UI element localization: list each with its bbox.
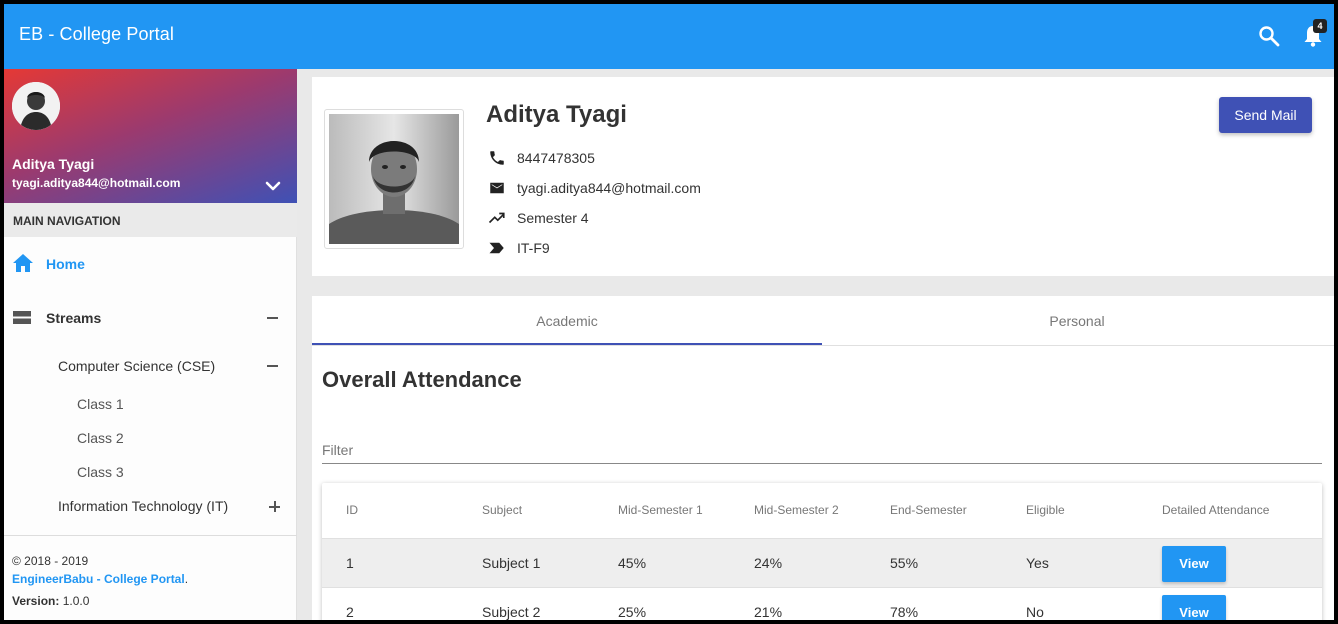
cell-eligible: Yes bbox=[1026, 555, 1049, 571]
cell-subject: Subject 1 bbox=[482, 555, 541, 571]
tab-academic[interactable]: Academic bbox=[312, 296, 822, 345]
expand-icon-vertical bbox=[274, 501, 276, 512]
column-header-id[interactable]: ID bbox=[346, 503, 358, 517]
cell-mid1: 25% bbox=[618, 604, 647, 620]
view-stream-icon bbox=[13, 311, 31, 324]
sidebar-item-class-1[interactable]: Class 1 bbox=[4, 389, 297, 417]
sidebar-item-label: Class 3 bbox=[77, 464, 124, 480]
sidebar-footer: © 2018 - 2019 EngineerBabu - College Por… bbox=[12, 552, 188, 610]
semester-row: Semester 4 bbox=[486, 206, 886, 230]
view-button[interactable]: View bbox=[1162, 546, 1226, 582]
column-header-detailed[interactable]: Detailed Attendance bbox=[1162, 503, 1269, 517]
app-window: EB - College Portal 4 Aditya Tyagi tyagi… bbox=[4, 4, 1334, 620]
sidebar-item-class-2[interactable]: Class 2 bbox=[4, 423, 297, 451]
sidebar-item-class-3[interactable]: Class 3 bbox=[4, 457, 297, 485]
view-button[interactable]: View bbox=[1162, 595, 1226, 620]
tab-divider bbox=[312, 345, 1334, 346]
sidebar: Aditya Tyagi tyagi.aditya844@hotmail.com… bbox=[4, 69, 297, 620]
version-value: 1.0.0 bbox=[62, 594, 90, 608]
sidebar-item-label: Home bbox=[46, 256, 85, 272]
phone-icon bbox=[490, 151, 504, 165]
academic-panel: Academic Personal Overall Attendance ID … bbox=[312, 296, 1334, 620]
sidebar-item-it[interactable]: Information Technology (IT) bbox=[4, 489, 297, 521]
filter-field[interactable] bbox=[322, 436, 1322, 464]
sidebar-item-home[interactable]: Home bbox=[4, 247, 297, 279]
cell-mid2: 21% bbox=[754, 604, 783, 620]
email-row: tyagi.aditya844@hotmail.com bbox=[486, 176, 886, 200]
profile-email: tyagi.aditya844@hotmail.com bbox=[517, 180, 701, 196]
cell-id: 2 bbox=[346, 604, 354, 620]
profile-section: IT-F9 bbox=[517, 240, 550, 256]
cell-end: 78% bbox=[890, 604, 919, 620]
section-row: IT-F9 bbox=[486, 236, 886, 260]
footer-link-suffix: . bbox=[184, 572, 189, 586]
profile-name: Aditya Tyagi bbox=[486, 101, 627, 128]
sidebar-item-label: Computer Science (CSE) bbox=[58, 358, 216, 374]
send-mail-button[interactable]: Send Mail bbox=[1219, 97, 1312, 133]
attendance-table: ID Subject Mid-Semester 1 Mid-Semester 2… bbox=[322, 483, 1322, 620]
avatar-photo bbox=[12, 82, 60, 130]
main-navigation-header: MAIN NAVIGATION bbox=[4, 203, 297, 237]
sidebar-item-label: Class 1 bbox=[77, 396, 124, 412]
sidebar-profile-card: Aditya Tyagi tyagi.aditya844@hotmail.com bbox=[4, 69, 297, 203]
cell-mid2: 24% bbox=[754, 555, 783, 571]
column-header-subject[interactable]: Subject bbox=[482, 503, 522, 517]
sidebar-item-label: Streams bbox=[46, 310, 102, 326]
sidebar-user-email: tyagi.aditya844@hotmail.com bbox=[12, 176, 181, 190]
chevron-down-icon[interactable] bbox=[264, 177, 282, 195]
footer-link[interactable]: EngineerBabu - College Portal bbox=[12, 572, 185, 586]
sidebar-item-cse[interactable]: Computer Science (CSE) bbox=[4, 349, 297, 381]
attendance-title: Overall Attendance bbox=[322, 367, 522, 392]
cell-eligible: No bbox=[1026, 604, 1044, 620]
sidebar-user-name: Aditya Tyagi bbox=[12, 156, 95, 172]
sidebar-item-label: Information Technology (IT) bbox=[58, 498, 229, 514]
column-header-mid1[interactable]: Mid-Semester 1 bbox=[618, 503, 703, 517]
profile-phone: 8447478305 bbox=[517, 150, 595, 166]
label-arrow-icon bbox=[489, 242, 504, 254]
table-header: ID Subject Mid-Semester 1 Mid-Semester 2… bbox=[322, 483, 1322, 539]
top-app-bar: EB - College Portal 4 bbox=[4, 4, 1334, 69]
notification-badge: 4 bbox=[1313, 19, 1327, 33]
home-icon bbox=[13, 254, 33, 272]
cell-subject: Subject 2 bbox=[482, 604, 541, 620]
sidebar-item-label: Class 2 bbox=[77, 430, 124, 446]
tab-personal[interactable]: Personal bbox=[822, 296, 1332, 345]
search-icon[interactable] bbox=[1257, 24, 1281, 48]
table-row: 1 Subject 1 45% 24% 55% Yes View bbox=[322, 539, 1322, 588]
profile-semester: Semester 4 bbox=[517, 210, 589, 226]
email-icon bbox=[490, 182, 504, 194]
filter-input[interactable] bbox=[322, 436, 1322, 458]
column-header-eligible[interactable]: Eligible bbox=[1026, 503, 1065, 517]
collapse-icon[interactable] bbox=[267, 317, 278, 319]
version-label: Version: bbox=[12, 594, 60, 608]
cell-end: 55% bbox=[890, 555, 919, 571]
column-header-mid2[interactable]: Mid-Semester 2 bbox=[754, 503, 839, 517]
copyright-text: © 2018 - 2019 bbox=[12, 554, 89, 568]
sidebar-divider bbox=[4, 535, 297, 536]
collapse-icon[interactable] bbox=[267, 365, 278, 367]
cell-mid1: 45% bbox=[618, 555, 647, 571]
profile-panel: Aditya Tyagi 8447478305 tyagi.aditya844@… bbox=[312, 77, 1334, 276]
trending-up-icon bbox=[488, 212, 505, 224]
avatar[interactable] bbox=[12, 82, 60, 130]
column-header-end[interactable]: End-Semester bbox=[890, 503, 967, 517]
cell-id: 1 bbox=[346, 555, 354, 571]
phone-row: 8447478305 bbox=[486, 146, 886, 170]
app-title: EB - College Portal bbox=[19, 24, 174, 44]
sidebar-item-streams[interactable]: Streams bbox=[4, 301, 297, 333]
profile-photo bbox=[324, 109, 464, 249]
profile-photo-image bbox=[329, 114, 459, 244]
table-row: 2 Subject 2 25% 21% 78% No View bbox=[322, 588, 1322, 620]
